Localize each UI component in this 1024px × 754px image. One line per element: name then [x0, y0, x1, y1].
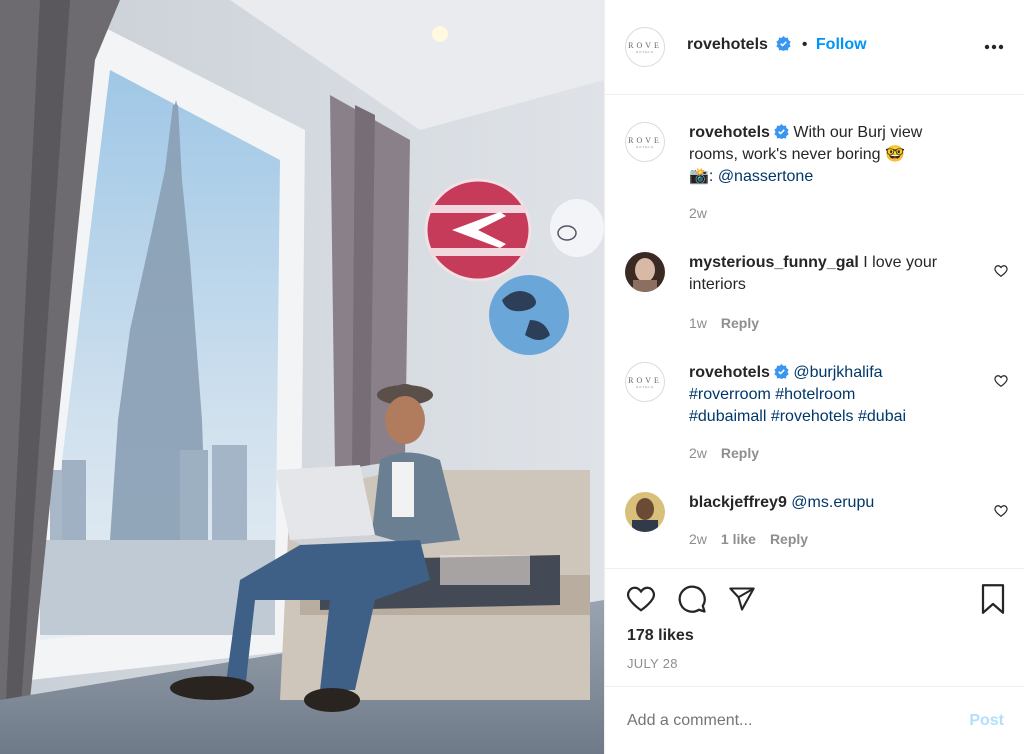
avatar-logo-subtext: HOTELS: [635, 49, 654, 54]
comment-hashtags-line3[interactable]: #dubaimall #rovehotels #dubai: [689, 406, 989, 428]
comment-avatar[interactable]: [625, 252, 665, 292]
comment-body: rovehotels @burjkhalifa #roverroom #hote…: [689, 362, 989, 428]
comment-avatar-logo-text: ROVE: [628, 375, 662, 385]
reply-button[interactable]: Reply: [721, 315, 759, 331]
caption-avatar-logo-text: ROVE: [628, 135, 662, 145]
comment-time: 1w: [689, 315, 707, 331]
post-photo[interactable]: [0, 0, 604, 754]
account-avatar[interactable]: ROVE HOTELS: [625, 27, 665, 67]
actions-divider: [605, 568, 1024, 569]
comment-username[interactable]: mysterious_funny_gal: [689, 254, 859, 271]
comment-avatar[interactable]: ROVE HOTELS: [625, 362, 665, 402]
comment-text-line2: interiors: [689, 276, 746, 293]
bookmark-icon[interactable]: [980, 584, 1006, 614]
comment-meta: 2w Reply: [689, 445, 759, 461]
verified-badge-icon: [774, 124, 789, 139]
likes-count[interactable]: 178 likes: [627, 627, 694, 645]
comment-mention-link[interactable]: @ms.erupu: [791, 494, 874, 511]
comment-likes[interactable]: 1 like: [721, 531, 756, 547]
comment-time: 2w: [689, 531, 707, 547]
post-header: ROVE HOTELS rovehotels • Follow: [605, 0, 1024, 95]
header-username[interactable]: rovehotels: [687, 36, 768, 53]
reply-button[interactable]: Reply: [721, 445, 759, 461]
post-side-panel: ROVE HOTELS rovehotels • Follow ROVE HOT…: [604, 0, 1024, 754]
comment-avatar[interactable]: [625, 492, 665, 532]
comment-username[interactable]: blackjeffrey9: [689, 494, 787, 511]
verified-badge-icon: [774, 364, 789, 379]
caption-username[interactable]: rovehotels: [689, 124, 770, 141]
comment-username[interactable]: rovehotels: [689, 364, 770, 381]
comment-heart-icon[interactable]: [994, 504, 1008, 518]
post-comment-button[interactable]: Post: [969, 712, 1004, 730]
caption-mention-link[interactable]: @nassertone: [718, 168, 813, 185]
share-icon[interactable]: [727, 585, 757, 613]
comment-time: 2w: [689, 445, 707, 461]
comment-meta: 1w Reply: [689, 315, 759, 331]
add-comment-input[interactable]: [625, 705, 949, 737]
heart-icon[interactable]: [625, 584, 657, 614]
caption-text-line3-prefix: 📸:: [689, 168, 718, 185]
comment-box-divider: [605, 686, 1024, 687]
caption-time: 2w: [689, 205, 707, 221]
comment-body: blackjeffrey9 @ms.erupu: [689, 492, 989, 514]
comment-avatar-logo-subtext: HOTELS: [635, 384, 654, 389]
caption: rovehotels With our Burj view rooms, wor…: [689, 122, 989, 188]
comment-body: mysterious_funny_gal I love your interio…: [689, 252, 989, 296]
avatar-logo-text: ROVE: [628, 40, 662, 50]
comment-icon[interactable]: [677, 584, 707, 614]
verified-badge-icon: [776, 36, 791, 51]
comment-mention-link[interactable]: @burjkhalifa: [793, 364, 882, 381]
more-icon[interactable]: [984, 44, 1004, 50]
reply-button[interactable]: Reply: [770, 531, 808, 547]
comment-heart-icon[interactable]: [994, 374, 1008, 388]
comment-text-line1: I love your: [863, 254, 938, 271]
follow-button[interactable]: Follow: [816, 36, 867, 53]
header-separator: •: [801, 36, 808, 53]
comment-heart-icon[interactable]: [994, 264, 1008, 278]
comment-hashtags-line2[interactable]: #roverroom #hotelroom: [689, 384, 989, 406]
header-divider: [605, 94, 1024, 95]
caption-avatar-logo-subtext: HOTELS: [635, 144, 654, 149]
header-user-line: rovehotels • Follow: [687, 36, 867, 54]
comment-meta: 2w 1 like Reply: [689, 531, 808, 547]
caption-avatar[interactable]: ROVE HOTELS: [625, 122, 665, 162]
caption-text-line2: rooms, work's never boring 🤓: [689, 146, 905, 163]
caption-text-line1: With our Burj view: [793, 124, 923, 141]
post-date: JULY 28: [627, 656, 678, 671]
